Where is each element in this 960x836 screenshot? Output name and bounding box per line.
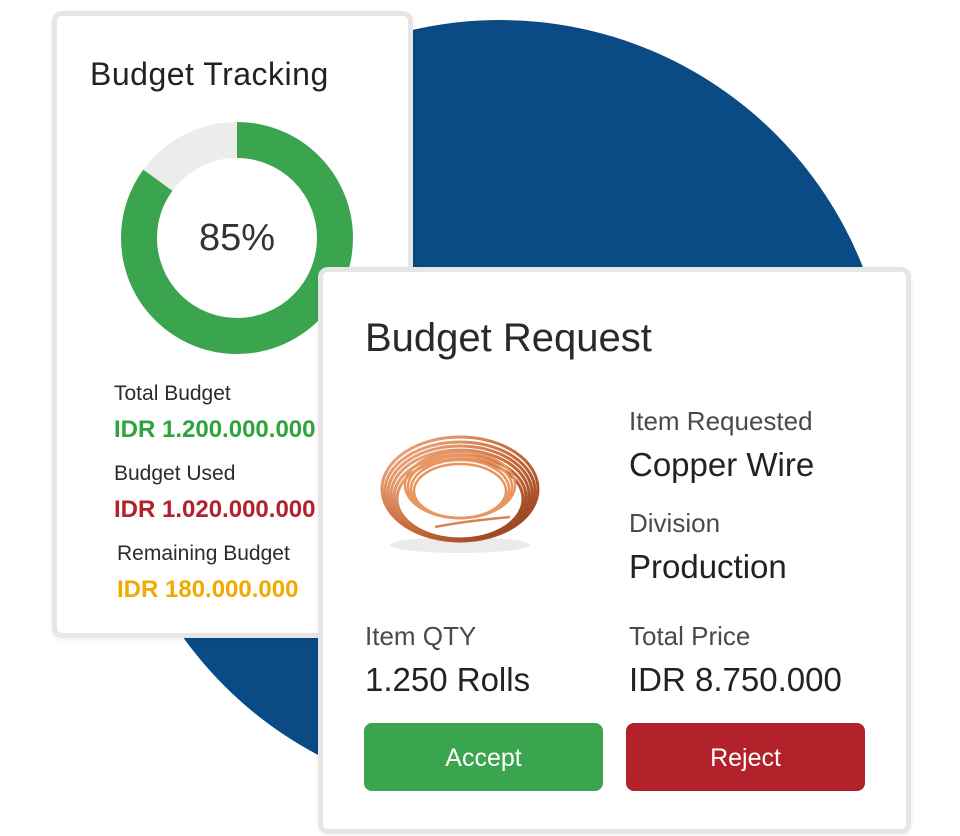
division-label: Division: [629, 508, 721, 538]
total-budget-value: IDR 1.200.000.000: [114, 416, 316, 443]
budget-used-value: IDR 1.020.000.000: [114, 496, 316, 523]
item-requested-value: Copper Wire: [629, 446, 815, 483]
remaining-budget-value: IDR 180.000.000: [117, 576, 299, 603]
division-value: Production: [629, 548, 787, 585]
total-budget-label: Total Budget: [114, 382, 231, 405]
remaining-budget-label: Remaining Budget: [117, 542, 290, 565]
budget-used-label: Budget Used: [114, 462, 236, 485]
total-price-label: Total Price: [629, 621, 751, 651]
accept-button[interactable]: Accept: [364, 723, 603, 791]
total-price-value: IDR 8.750.000: [629, 661, 842, 698]
budget-request-title: Budget Request: [365, 316, 652, 360]
item-requested-label: Item Requested: [629, 406, 813, 436]
reject-button[interactable]: Reject: [626, 723, 865, 791]
copper-wire-coil-icon: [375, 427, 545, 557]
budget-tracking-title: Budget Tracking: [90, 56, 329, 92]
item-qty-label: Item QTY: [365, 621, 477, 651]
item-qty-value: 1.250 Rolls: [365, 661, 531, 698]
budget-request-card: Budget Request Item Requested Copper Wir…: [318, 267, 911, 834]
